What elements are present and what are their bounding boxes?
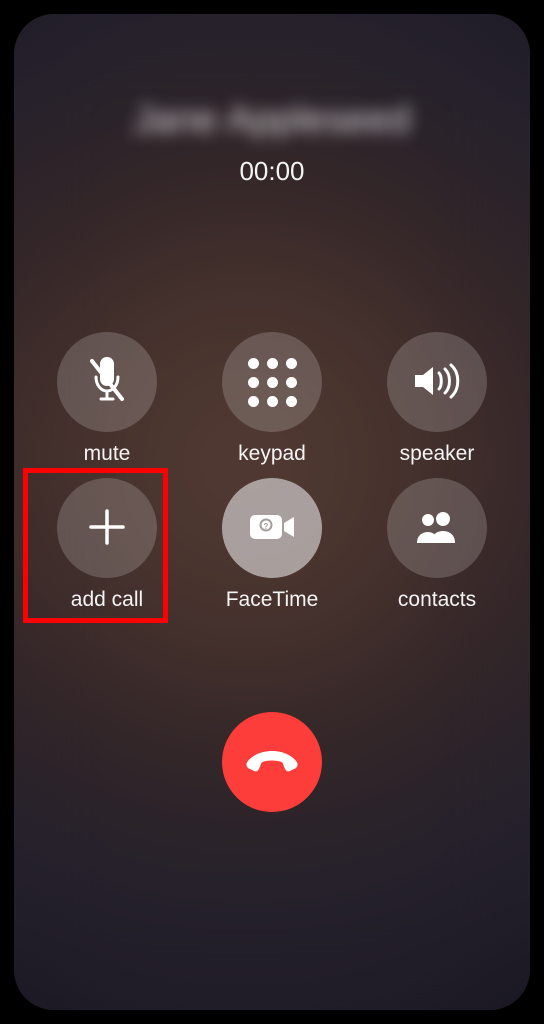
mute-icon [84,355,130,410]
facetime-button[interactable]: ? [222,478,322,578]
keypad-icon [248,358,297,407]
contacts-icon [411,507,463,550]
mute-button[interactable] [57,332,157,432]
speaker-wrap: speaker [375,332,500,466]
call-timer: 00:00 [239,156,304,187]
facetime-label: FaceTime [226,588,319,612]
addcall-label: add call [71,588,143,612]
call-content: Jane Appleseed 00:00 [14,14,530,1010]
call-button-grid: mute keypad [14,332,530,612]
mute-wrap: mute [45,332,170,466]
end-call-button[interactable] [222,712,322,812]
speaker-button[interactable] [387,332,487,432]
mute-label: mute [84,442,131,466]
svg-text:?: ? [264,522,269,531]
facetime-wrap: ? FaceTime [210,478,335,612]
keypad-label: keypad [238,442,306,466]
phone-frame: Jane Appleseed 00:00 [0,0,544,1024]
keypad-wrap: keypad [210,332,335,466]
keypad-button[interactable] [222,332,322,432]
contacts-wrap: contacts [375,478,500,612]
caller-name: Jane Appleseed [133,99,410,142]
hangup-icon [244,749,300,776]
plus-icon [85,505,129,552]
addcall-wrap: add call [45,478,170,612]
contacts-button[interactable] [387,478,487,578]
contacts-label: contacts [398,588,476,612]
addcall-button[interactable] [57,478,157,578]
facetime-icon: ? [246,509,298,548]
call-screen: Jane Appleseed 00:00 [14,14,530,1010]
speaker-label: speaker [400,442,475,466]
speaker-icon [411,361,463,404]
